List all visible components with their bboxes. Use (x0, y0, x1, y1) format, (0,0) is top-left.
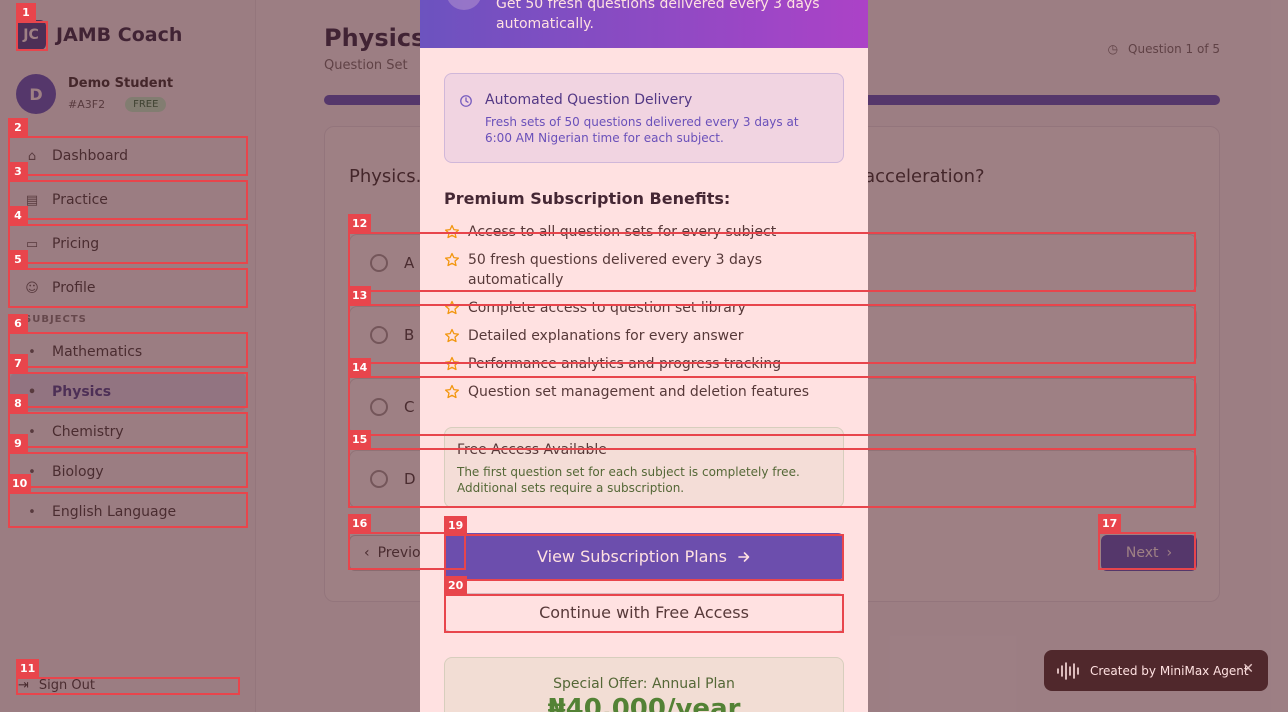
automated-delivery-text: Fresh sets of 50 questions delivered eve… (485, 115, 799, 145)
close-icon[interactable]: ✕ (1242, 661, 1254, 677)
star-icon (444, 356, 460, 371)
benefit-text: Question set management and deletion fea… (468, 384, 810, 400)
benefit-item: Performance analytics and progress track… (444, 354, 844, 374)
benefits-title: Premium Subscription Benefits: (444, 189, 731, 208)
minimax-agent-toast: Created by MiniMax Agent ✕ (1044, 650, 1268, 691)
special-offer-title: Special Offer: Annual Plan (553, 676, 735, 692)
star-icon (444, 328, 460, 343)
benefit-text: Detailed explanations for every answer (468, 328, 744, 344)
header-icon (446, 0, 482, 10)
benefits-list: Access to all question sets for every su… (444, 222, 844, 410)
benefit-text: Complete access to question set library (468, 300, 746, 316)
special-offer-box: Special Offer: Annual Plan ₦40,000/year (444, 657, 844, 712)
clock-icon (460, 95, 472, 107)
benefit-item: Detailed explanations for every answer (444, 326, 844, 346)
benefit-item: Access to all question sets for every su… (444, 222, 844, 242)
star-icon (444, 300, 460, 315)
header-text: Get 50 fresh questions delivered every 3… (496, 0, 820, 32)
star-icon (444, 224, 460, 239)
subscription-modal: Get 50 fresh questions delivered every 3… (420, 0, 868, 712)
view-plans-label: View Subscription Plans (537, 547, 727, 566)
benefit-text: Access to all question sets for every su… (468, 224, 777, 240)
waveform-icon (1057, 661, 1079, 680)
automated-delivery-title: Automated Question Delivery (485, 92, 693, 108)
continue-free-access-button[interactable]: Continue with Free Access (444, 593, 844, 632)
free-access-text: The first question set for each subject … (457, 465, 800, 495)
free-access-box: Free Access Available The first question… (444, 427, 844, 508)
benefit-text: Performance analytics and progress track… (468, 356, 782, 372)
benefit-item: Question set management and deletion fea… (444, 382, 844, 402)
special-offer-price: ₦40,000/year (547, 694, 741, 712)
toast-text: Created by MiniMax Agent (1090, 663, 1249, 678)
star-icon (444, 384, 460, 399)
view-subscription-plans-button[interactable]: View Subscription Plans (444, 533, 844, 580)
benefit-item: 50 fresh questions delivered every 3 day… (444, 250, 844, 290)
automated-delivery-box: Automated Question Delivery Fresh sets o… (444, 73, 844, 163)
arrow-right-icon (738, 551, 750, 562)
benefit-item: Complete access to question set library (444, 298, 844, 318)
free-access-title: Free Access Available (457, 442, 607, 458)
continue-free-label: Continue with Free Access (539, 603, 749, 622)
star-icon (444, 252, 460, 267)
modal-header: Get 50 fresh questions delivered every 3… (420, 0, 868, 48)
benefit-text: 50 fresh questions delivered every 3 day… (468, 252, 763, 288)
